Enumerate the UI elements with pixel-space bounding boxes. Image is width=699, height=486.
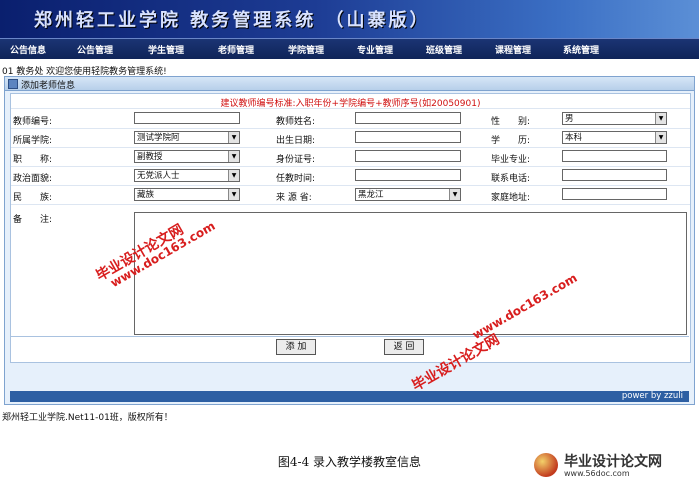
gender-select[interactable]: 男 ▼ bbox=[562, 112, 667, 125]
logo-name: 毕业设计论文网 bbox=[564, 454, 662, 470]
nav-item-college-manage[interactable]: 学院管理 bbox=[288, 43, 324, 56]
politics-value: 无党派人士 bbox=[137, 171, 180, 181]
chevron-down-icon: ▼ bbox=[228, 151, 239, 162]
politics-label: 政治面貌: bbox=[13, 174, 53, 184]
gender-label: 性 别: bbox=[491, 117, 531, 127]
power-by-text: power by zzuli bbox=[621, 391, 683, 401]
nation-select[interactable]: 藏族 ▼ bbox=[134, 188, 240, 201]
nav-item-system-manage[interactable]: 系统管理 bbox=[563, 43, 599, 56]
origin-value: 黑龙江 bbox=[358, 190, 384, 200]
chevron-down-icon: ▼ bbox=[228, 132, 239, 143]
address-label: 家庭地址: bbox=[491, 193, 531, 203]
nav-item-teacher-manage[interactable]: 老师管理 bbox=[218, 43, 254, 56]
phone-label: 联系电话: bbox=[491, 174, 531, 184]
nav-item-notice-manage[interactable]: 公告管理 bbox=[77, 43, 113, 56]
chevron-down-icon: ▼ bbox=[655, 113, 666, 124]
panel-icon bbox=[8, 79, 18, 89]
origin-label: 来 源 省: bbox=[276, 193, 312, 203]
panel-title: 添加老师信息 bbox=[21, 81, 76, 91]
row-divider bbox=[11, 128, 690, 129]
row-divider bbox=[11, 166, 690, 167]
id-no-input[interactable] bbox=[355, 150, 461, 162]
politics-select[interactable]: 无党派人士 ▼ bbox=[134, 169, 240, 182]
logo-url: www.56doc.com bbox=[564, 469, 630, 478]
hire-time-label: 任教时间: bbox=[276, 174, 316, 184]
chevron-down-icon: ▼ bbox=[655, 132, 666, 143]
chevron-down-icon: ▼ bbox=[228, 189, 239, 200]
college-value: 测试学院阿 bbox=[137, 133, 180, 143]
nav-item-course-manage[interactable]: 课程管理 bbox=[495, 43, 531, 56]
teacher-name-input[interactable] bbox=[355, 112, 461, 124]
nation-label: 民 族: bbox=[13, 193, 53, 203]
add-teacher-panel: 添加老师信息 建议教师编号标准:入职年份+学院编号+教师序号(如20050901… bbox=[4, 76, 695, 405]
panel-header: 添加老师信息 bbox=[5, 77, 694, 91]
major-input[interactable] bbox=[562, 150, 667, 162]
row-divider bbox=[11, 204, 690, 205]
title-label: 职 称: bbox=[13, 155, 53, 165]
row-divider bbox=[11, 147, 690, 148]
logo-icon bbox=[534, 453, 558, 477]
row-divider bbox=[11, 108, 690, 109]
nav-item-major-manage[interactable]: 专业管理 bbox=[357, 43, 393, 56]
hire-time-input[interactable] bbox=[355, 169, 461, 181]
row-divider bbox=[11, 185, 690, 186]
birth-label: 出生日期: bbox=[276, 136, 316, 146]
address-input[interactable] bbox=[562, 188, 667, 200]
gender-value: 男 bbox=[565, 114, 574, 124]
teacher-name-label: 教师姓名: bbox=[276, 117, 316, 127]
title-value: 副教授 bbox=[137, 152, 163, 162]
button-row bbox=[10, 336, 689, 359]
college-select[interactable]: 测试学院阿 ▼ bbox=[134, 131, 240, 144]
nav-item-class-manage[interactable]: 班级管理 bbox=[426, 43, 462, 56]
education-select[interactable]: 本科 ▼ bbox=[562, 131, 667, 144]
birth-input[interactable] bbox=[355, 131, 461, 143]
teacher-no-label: 教师编号: bbox=[13, 117, 53, 127]
teacher-no-input[interactable] bbox=[134, 112, 240, 124]
app-title: 郑州轻工业学院 教务管理系统 （山寨版） bbox=[34, 10, 431, 31]
education-label: 学 历: bbox=[491, 136, 531, 146]
teacher-form: 建议教师编号标准:入职年份+学院编号+教师序号(如20050901) 教师编号:… bbox=[10, 93, 691, 363]
id-no-label: 身份证号: bbox=[276, 155, 316, 165]
chevron-down-icon: ▼ bbox=[449, 189, 460, 200]
college-label: 所属学院: bbox=[13, 136, 53, 146]
nav-item-notice-info[interactable]: 公告信息 bbox=[10, 43, 46, 56]
add-button[interactable]: 添 加 bbox=[276, 339, 316, 355]
panel-footer: power by zzuli bbox=[10, 391, 689, 402]
header-banner: 郑州轻工业学院 教务管理系统 （山寨版） bbox=[0, 0, 699, 38]
title-select[interactable]: 副教授 ▼ bbox=[134, 150, 240, 163]
phone-input[interactable] bbox=[562, 169, 667, 181]
back-button[interactable]: 返 回 bbox=[384, 339, 424, 355]
origin-select[interactable]: 黑龙江 ▼ bbox=[355, 188, 461, 201]
chevron-down-icon: ▼ bbox=[228, 170, 239, 181]
copyright-text: 郑州轻工业学院.Net11-01班，版权所有！ bbox=[2, 413, 173, 423]
nav-item-student-manage[interactable]: 学生管理 bbox=[148, 43, 184, 56]
notes-label: 备 注: bbox=[13, 215, 53, 225]
site-logo: 毕业设计论文网 www.56doc.com bbox=[534, 451, 694, 481]
major-label: 毕业专业: bbox=[491, 155, 531, 165]
main-nav: 公告信息 公告管理 学生管理 老师管理 学院管理 专业管理 班级管理 课程管理 … bbox=[0, 38, 699, 59]
education-value: 本科 bbox=[565, 133, 583, 143]
nation-value: 藏族 bbox=[137, 190, 155, 200]
